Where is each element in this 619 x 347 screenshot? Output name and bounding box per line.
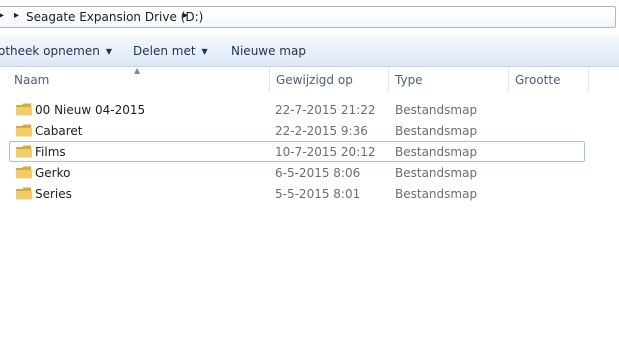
include-in-library-button[interactable]: otheek opnemen ▼: [0, 44, 112, 58]
command-label: otheek opnemen: [0, 44, 100, 58]
breadcrumb-chevron-icon[interactable]: ▸: [14, 10, 19, 21]
row-modified: 5-5-2015 8:01: [275, 187, 361, 201]
folder-icon: [16, 187, 32, 200]
row-type: Bestandsmap: [395, 166, 478, 180]
folder-icon: [16, 103, 32, 116]
row-type: Bestandsmap: [395, 103, 478, 117]
column-header-type[interactable]: Type: [389, 67, 509, 92]
table-row[interactable]: Gerko 6-5-2015 8:06 Bestandsmap: [9, 162, 585, 183]
table-row[interactable]: Cabaret 22-2-2015 9:36 Bestandsmap: [9, 120, 585, 141]
row-name: Series: [35, 187, 72, 201]
chevron-down-icon: ▼: [105, 47, 112, 56]
row-type: Bestandsmap: [395, 145, 478, 159]
row-modified: 22-7-2015 21:22: [275, 103, 376, 117]
table-row[interactable]: 00 Nieuw 04-2015 22-7-2015 21:22 Bestand…: [9, 99, 585, 120]
row-name: Cabaret: [35, 124, 83, 138]
sort-ascending-icon: ▲: [134, 66, 141, 75]
column-label: Naam: [14, 73, 50, 87]
chevron-down-icon: ▼: [201, 47, 208, 56]
table-row[interactable]: Films 10-7-2015 20:12 Bestandsmap: [9, 141, 585, 162]
row-name: Films: [35, 145, 66, 159]
command-label: Delen met: [133, 44, 196, 58]
row-type: Bestandsmap: [395, 187, 478, 201]
row-name: 00 Nieuw 04-2015: [35, 103, 146, 117]
breadcrumb-chevron-icon[interactable]: ▸: [0, 10, 4, 21]
column-header-modified[interactable]: Gewijzigd op: [270, 67, 389, 92]
command-bar: otheek opnemen ▼ Delen met ▼ Nieuwe map: [0, 35, 619, 67]
folder-icon: [16, 145, 32, 158]
address-bar[interactable]: ▸ ▸ Seagate Expansion Drive (D:) ▸: [0, 6, 616, 28]
column-label: Gewijzigd op: [276, 73, 353, 87]
row-type: Bestandsmap: [395, 124, 478, 138]
row-name: Gerko: [35, 166, 71, 180]
column-header-bar: Naam Gewijzigd op Type Grootte: [0, 67, 619, 92]
column-label: Type: [395, 73, 423, 87]
row-modified: 10-7-2015 20:12: [275, 145, 376, 159]
column-label: Grootte: [515, 73, 561, 87]
folder-icon: [16, 166, 32, 179]
new-folder-button[interactable]: Nieuwe map: [231, 44, 306, 58]
table-row[interactable]: Series 5-5-2015 8:01 Bestandsmap: [9, 183, 585, 204]
share-with-button[interactable]: Delen met ▼: [133, 44, 208, 58]
row-modified: 6-5-2015 8:06: [275, 166, 361, 180]
folder-icon: [16, 124, 32, 137]
breadcrumb-drive[interactable]: Seagate Expansion Drive (D:): [26, 10, 203, 24]
column-header-size[interactable]: Grootte: [509, 67, 589, 92]
row-modified: 22-2-2015 9:36: [275, 124, 368, 138]
command-label: Nieuwe map: [231, 44, 306, 58]
breadcrumb-chevron-icon[interactable]: ▸: [183, 10, 188, 21]
